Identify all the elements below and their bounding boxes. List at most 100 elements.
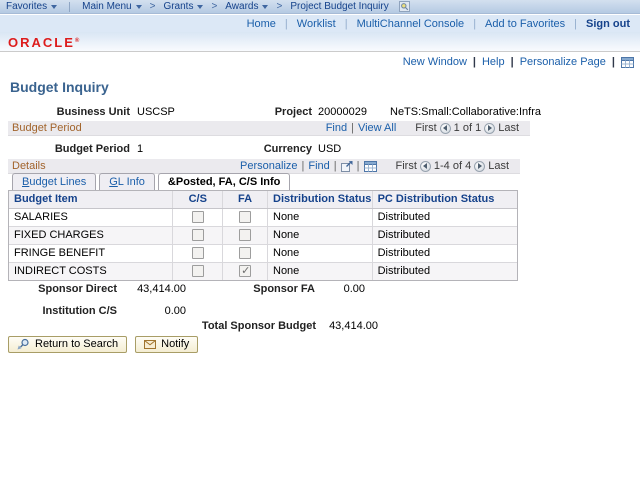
multichannel-console-link[interactable]: MultiChannel Console (357, 18, 465, 30)
pc-distribution-status-cell: Distributed (373, 209, 517, 226)
add-to-favorites-link[interactable]: Add to Favorites (485, 18, 565, 30)
project-description: NeTS:Small:Collaborative:Infra (390, 106, 541, 118)
breadcrumb-awards[interactable]: Awards (219, 1, 274, 12)
business-unit-value: USCSP (137, 106, 175, 118)
arrow-left-icon (443, 125, 447, 131)
cs-checkbox[interactable] (192, 265, 204, 277)
main-menu-label: Main Menu (82, 1, 131, 12)
sponsor-fa-label: Sponsor FA (225, 283, 315, 295)
oracle-logo: ORACLE (8, 35, 79, 50)
fa-checkbox[interactable] (239, 265, 251, 277)
link-separator (511, 56, 514, 68)
pc-distribution-status-cell: Distributed (373, 227, 517, 244)
details-row-counter: 1-4 of 4 (434, 160, 471, 172)
first-label: First (396, 160, 417, 172)
column-distribution-status[interactable]: Distribution Status (268, 191, 373, 208)
portal-links-bar: Home Worklist MultiChannel Console Add t… (0, 15, 640, 32)
distribution-status-cell: None (268, 209, 373, 226)
return-to-search-icon (17, 338, 30, 350)
link-separator (351, 122, 354, 134)
budget-period-view-all-link[interactable]: View All (358, 122, 396, 134)
link-separator (302, 160, 305, 172)
cs-checkbox[interactable] (192, 247, 204, 259)
page-title: Budget Inquiry (10, 79, 109, 95)
tab-budget-lines[interactable]: Budget Lines (12, 173, 96, 190)
notify-button[interactable]: Notify (135, 336, 198, 353)
breadcrumb-separator (211, 1, 217, 12)
column-budget-item[interactable]: Budget Item (9, 191, 173, 208)
totals-row-2: Institution C/S 0.00 (0, 305, 640, 318)
home-link[interactable]: Home (247, 18, 276, 30)
return-to-search-button[interactable]: Return to Search (8, 336, 127, 353)
link-separator (345, 18, 348, 30)
tab-label: Budget Lines (22, 176, 86, 188)
breadcrumb-divider (69, 2, 70, 12)
business-unit-label: Business Unit (40, 106, 130, 118)
details-section-title: Details (12, 160, 46, 172)
next-rows-button[interactable] (474, 161, 485, 172)
total-sponsor-budget-label: Total Sponsor Budget (196, 320, 316, 332)
currency-label: Currency (222, 143, 312, 155)
column-pc-distribution-status[interactable]: PC Distribution Status (373, 191, 517, 208)
breadcrumb-grants[interactable]: Grants (157, 1, 209, 12)
fa-checkbox[interactable] (239, 211, 251, 223)
tab-label: GL Info (109, 176, 145, 188)
total-sponsor-budget-value: 43,414.00 (308, 320, 378, 332)
tab-gl-info[interactable]: GL Info (99, 173, 155, 190)
link-separator (334, 160, 337, 172)
breadcrumb-separator (276, 1, 282, 12)
main-menu[interactable]: Main Menu (76, 1, 147, 12)
link-separator (473, 18, 476, 30)
distribution-status-cell: None (268, 227, 373, 244)
fa-checkbox[interactable] (239, 229, 251, 241)
chevron-down-icon (262, 5, 268, 9)
details-find-link[interactable]: Find (308, 160, 329, 172)
current-page-label: Project Budget Inquiry (290, 1, 388, 12)
worklist-link[interactable]: Worklist (297, 18, 336, 30)
personalize-page-link[interactable]: Personalize Page (520, 56, 606, 68)
budget-item-cell: FRINGE BENEFIT (9, 245, 173, 262)
favorites-label: Favorites (6, 1, 47, 12)
favorites-menu[interactable]: Favorites (0, 1, 63, 12)
page-action-links: New Window Help Personalize Page (403, 56, 634, 68)
new-window-link[interactable]: New Window (403, 56, 467, 68)
grid-header-row: Budget Item C/S FA Distribution Status P… (9, 191, 517, 209)
budget-period-field-value: 1 (137, 143, 143, 155)
http-layout-grid-icon[interactable] (621, 57, 634, 68)
pc-distribution-status-cell: Distributed (373, 245, 517, 262)
budget-item-cell: FIXED CHARGES (9, 227, 173, 244)
link-separator (285, 18, 288, 30)
cs-checkbox[interactable] (192, 211, 204, 223)
project-label: Project (222, 106, 312, 118)
distribution-status-cell: None (268, 263, 373, 280)
download-grid-icon[interactable] (364, 161, 377, 172)
tab-posted-fa-cs-info[interactable]: &Posted, FA, C/S Info (158, 173, 290, 190)
arrow-right-icon (488, 125, 492, 131)
budget-period-find-link[interactable]: Find (326, 122, 347, 134)
view-all-popup-icon[interactable] (341, 161, 353, 172)
sponsor-fa-value: 0.00 (305, 283, 365, 295)
first-label: First (415, 122, 436, 134)
help-link[interactable]: Help (482, 56, 505, 68)
project-value: 20000029 (318, 106, 367, 118)
fa-checkbox[interactable] (239, 247, 251, 259)
link-separator (473, 56, 476, 68)
details-tab-bar: Budget Lines GL Info &Posted, FA, C/S In… (12, 173, 293, 190)
next-row-button[interactable] (484, 123, 495, 134)
page-inquiry-icon[interactable] (399, 1, 410, 12)
personalize-link[interactable]: Personalize (240, 160, 297, 172)
column-cs[interactable]: C/S (173, 191, 223, 208)
previous-row-button[interactable] (440, 123, 451, 134)
previous-rows-button[interactable] (420, 161, 431, 172)
link-separator (574, 18, 577, 30)
budget-period-row-counter: 1 of 1 (454, 122, 482, 134)
sign-out-link[interactable]: Sign out (586, 18, 630, 30)
column-fa[interactable]: FA (223, 191, 268, 208)
distribution-status-cell: None (268, 245, 373, 262)
budget-period-fields-row: Budget Period 1 Currency USD (0, 143, 640, 156)
notify-envelope-icon (144, 340, 156, 349)
notify-label: Notify (161, 338, 189, 350)
budget-details-grid: Budget Item C/S FA Distribution Status P… (8, 190, 518, 281)
cs-checkbox[interactable] (192, 229, 204, 241)
table-row: FIXED CHARGES None Distributed (9, 227, 517, 245)
